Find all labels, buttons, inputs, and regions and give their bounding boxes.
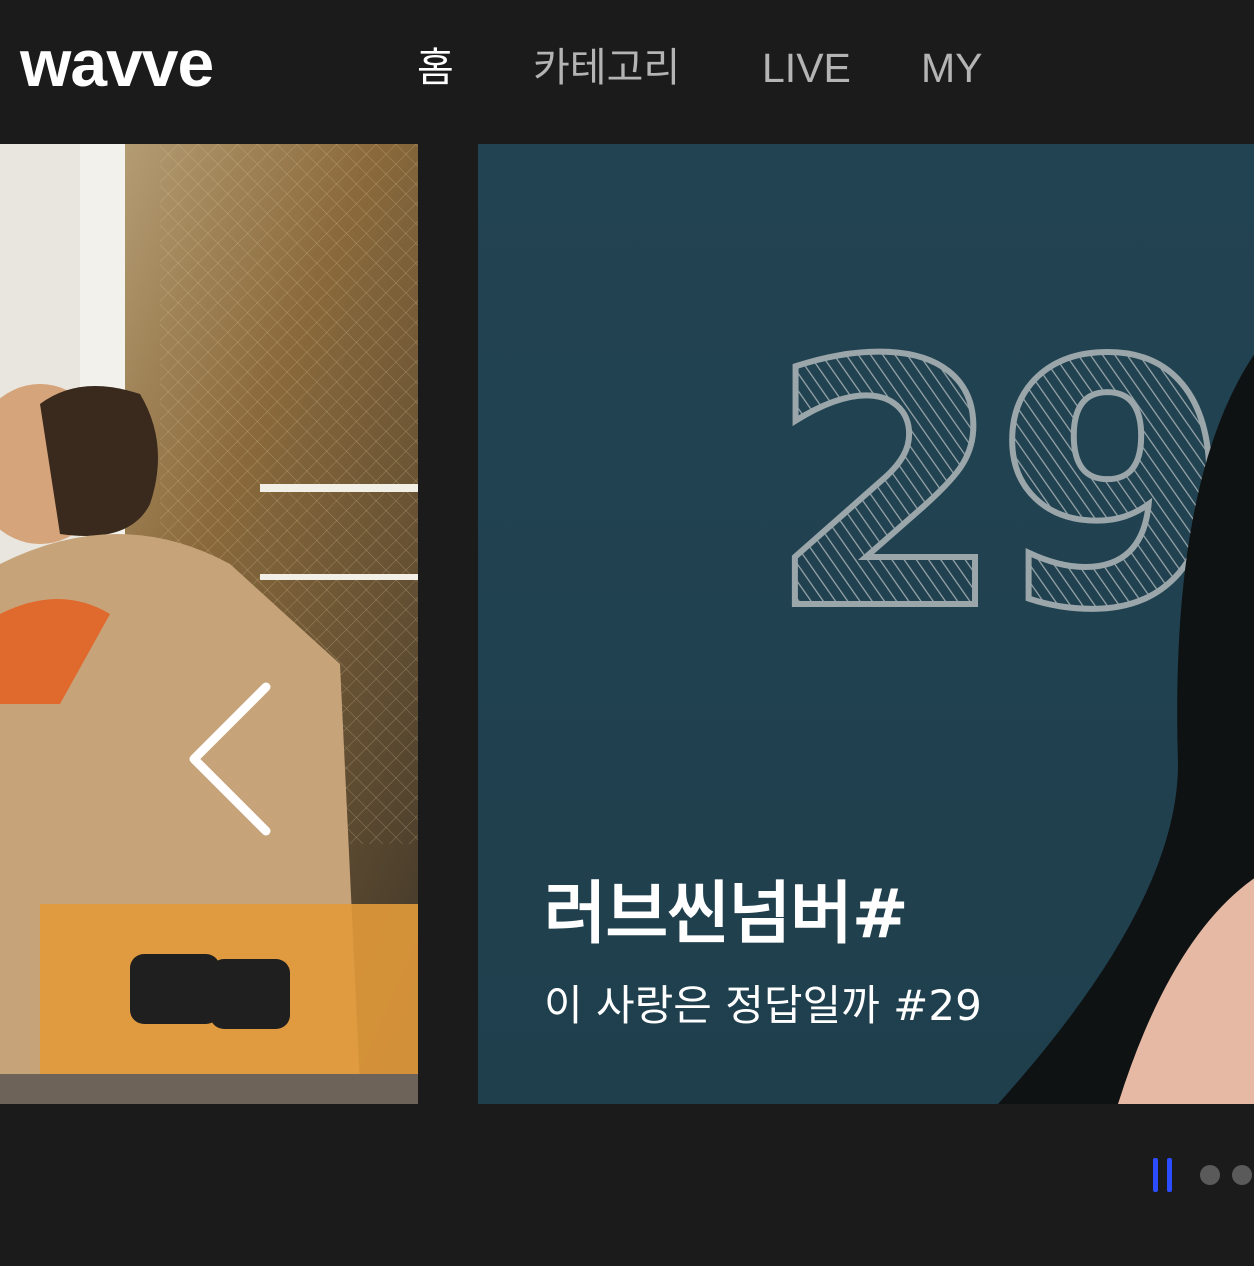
nav-category[interactable]: 카테고리 — [533, 40, 680, 96]
slide-current[interactable]: 29 러브씬넘버# 이 사랑은 정답일까 #29 — [478, 144, 1254, 1104]
pause-icon[interactable] — [1150, 1158, 1180, 1194]
carousel-dot[interactable] — [1200, 1165, 1220, 1185]
nav-my[interactable]: MY — [921, 40, 983, 96]
carousel-indicator — [1150, 1158, 1254, 1194]
wavve-logo[interactable]: wavve — [18, 30, 244, 102]
carousel-dot[interactable] — [1232, 1165, 1252, 1185]
banner-carousel: 29 러브씬넘버# 이 사랑은 정답일까 #29 — [0, 144, 1254, 1104]
nav-home[interactable]: 홈 — [417, 40, 454, 96]
current-slide-artwork: 29 — [478, 144, 1254, 1104]
slide-subtitle: 이 사랑은 정답일까 #29 — [544, 981, 982, 1030]
slide-previous[interactable] — [0, 144, 418, 1104]
chevron-left-icon[interactable] — [180, 679, 280, 839]
top-header: wavve 홈 카테고리 LIVE MY — [0, 0, 1254, 140]
artwork-number: 29 — [768, 289, 1221, 685]
previous-slide-artwork — [0, 144, 418, 1104]
nav-live[interactable]: LIVE — [762, 40, 851, 96]
svg-text:wavve: wavve — [19, 30, 213, 100]
slide-title: 러브씬넘버# — [544, 875, 909, 954]
